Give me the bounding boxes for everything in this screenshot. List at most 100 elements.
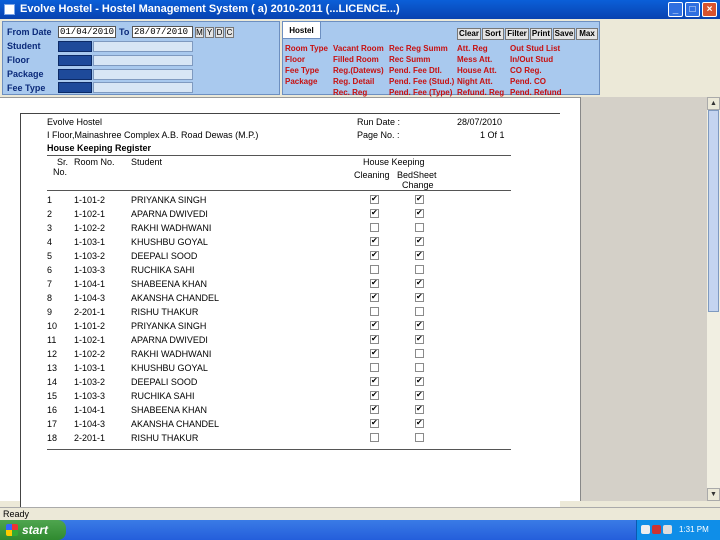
menu-mess-att[interactable]: Mess Att. [457, 55, 492, 64]
cleaning-checkbox[interactable] [370, 348, 379, 358]
menu-filled-room[interactable]: Filled Room [333, 55, 379, 64]
cleaning-checkbox[interactable] [370, 363, 379, 372]
cleaning-checkbox[interactable] [370, 433, 379, 442]
tray-icon[interactable] [663, 525, 672, 534]
tray-icon[interactable] [652, 525, 661, 534]
bedsheet-checkbox[interactable] [415, 292, 424, 302]
bedsheet-checkbox[interactable] [415, 208, 424, 218]
cleaning-checkbox[interactable] [370, 208, 379, 218]
filter-button[interactable]: Filter [505, 28, 529, 40]
tray-icon[interactable] [641, 525, 650, 534]
menu-house-att[interactable]: House Att. [457, 66, 497, 75]
bedsheet-checkbox[interactable] [415, 320, 424, 330]
row-student: RISHU THAKUR [131, 433, 199, 443]
menu-room-type[interactable]: Room Type [285, 44, 328, 53]
day-button[interactable]: D [215, 27, 224, 38]
cleaning-checkbox[interactable] [370, 250, 379, 260]
report-viewport[interactable]: Evolve Hostel I Floor,Mainashree Complex… [0, 97, 580, 508]
custom-button[interactable]: C [225, 27, 234, 38]
menu-pend-fee-stud[interactable]: Pend. Fee (Stud.) [389, 77, 454, 86]
to-date-label: To [119, 27, 130, 37]
package-code-field[interactable] [58, 69, 92, 80]
scroll-up-icon[interactable]: ▲ [707, 97, 720, 110]
cleaning-checkbox[interactable] [370, 278, 379, 288]
student-name-field[interactable] [93, 41, 193, 52]
to-date-input[interactable]: 28/07/2010 [132, 26, 193, 38]
bedsheet-checkbox[interactable] [415, 404, 424, 414]
month-button[interactable]: M [195, 27, 204, 38]
fee-type-name-field[interactable] [93, 82, 193, 93]
floor-code-field[interactable] [58, 55, 92, 66]
cleaning-checkbox[interactable] [370, 390, 379, 400]
menu-pend-co[interactable]: Pend. CO [510, 77, 546, 86]
tab-hostel[interactable]: Hostel [283, 22, 321, 39]
bedsheet-checkbox[interactable] [415, 433, 424, 442]
bedsheet-checkbox[interactable] [415, 265, 424, 274]
cleaning-checkbox[interactable] [370, 418, 379, 428]
floor-name-field[interactable] [93, 55, 193, 66]
menu-refund-reg[interactable]: Refund. Reg [457, 88, 504, 97]
close-button[interactable]: × [702, 2, 717, 17]
cleaning-checkbox[interactable] [370, 194, 379, 204]
cleaning-checkbox[interactable] [370, 404, 379, 414]
menu-fee-type[interactable]: Fee Type [285, 66, 319, 75]
cleaning-checkbox[interactable] [370, 236, 379, 246]
bedsheet-checkbox[interactable] [415, 194, 424, 204]
menu-reg-detail[interactable]: Reg. Detail [333, 77, 374, 86]
cleaning-checkbox[interactable] [370, 223, 379, 232]
scroll-thumb[interactable] [708, 110, 719, 312]
row-room: 1-102-2 [74, 223, 106, 233]
year-button[interactable]: Y [205, 27, 214, 38]
fee-type-code-field[interactable] [58, 82, 92, 93]
cleaning-checkbox[interactable] [370, 376, 379, 386]
bedsheet-checkbox[interactable] [415, 278, 424, 288]
maximize-button[interactable]: □ [685, 2, 700, 17]
bedsheet-checkbox[interactable] [415, 307, 424, 316]
menu-co-reg[interactable]: CO Reg. [510, 66, 542, 75]
menu-pend-fee-dtl[interactable]: Pend. Fee Dtl. [389, 66, 442, 75]
minimize-button[interactable]: _ [668, 2, 683, 17]
from-date-input[interactable]: 01/04/2010 [58, 26, 116, 38]
scroll-down-icon[interactable]: ▼ [707, 488, 720, 501]
header-top-rule [47, 155, 511, 156]
bedsheet-checkbox[interactable] [415, 334, 424, 344]
bedsheet-checkbox[interactable] [415, 390, 424, 400]
menu-vacant-room[interactable]: Vacant Room [333, 44, 384, 53]
menu-rec-reg[interactable]: Rec. Reg [333, 88, 367, 97]
menu-rec-reg-summ[interactable]: Rec Reg Summ [389, 44, 448, 53]
menu-rec-summ[interactable]: Rec Summ [389, 55, 430, 64]
save-button[interactable]: Save [553, 28, 575, 40]
bedsheet-checkbox[interactable] [415, 223, 424, 232]
bedsheet-checkbox[interactable] [415, 376, 424, 386]
menu-floor[interactable]: Floor [285, 55, 305, 64]
print-button[interactable]: Print [530, 28, 552, 40]
bedsheet-checkbox[interactable] [415, 363, 424, 372]
max-button[interactable]: Max [576, 28, 598, 40]
bedsheet-checkbox[interactable] [415, 236, 424, 246]
report-title: House Keeping Register [47, 143, 152, 153]
sort-button[interactable]: Sort [482, 28, 504, 40]
start-button[interactable]: start [0, 520, 66, 540]
menu-pend-refund[interactable]: Pend. Refund [510, 88, 562, 97]
cleaning-checkbox[interactable] [370, 307, 379, 316]
vertical-scrollbar[interactable]: ▲ ▼ [707, 97, 720, 501]
menu-package[interactable]: Package [285, 77, 317, 86]
menu-reg-datews[interactable]: Reg.(Datews) [333, 66, 384, 75]
row-student: APARNA DWIVEDI [131, 335, 208, 345]
bedsheet-checkbox[interactable] [415, 418, 424, 428]
menu-att-reg[interactable]: Att. Reg [457, 44, 488, 53]
bedsheet-checkbox[interactable] [415, 250, 424, 260]
student-code-field[interactable] [58, 41, 92, 52]
menu-pend-fee-type[interactable]: Pend. Fee (Type) [389, 88, 452, 97]
package-name-field[interactable] [93, 69, 193, 80]
row-student: RAKHI WADHWANI [131, 223, 212, 233]
menu-in-out-stud[interactable]: In/Out Stud [510, 55, 553, 64]
cleaning-checkbox[interactable] [370, 334, 379, 344]
cleaning-checkbox[interactable] [370, 292, 379, 302]
cleaning-checkbox[interactable] [370, 320, 379, 330]
menu-out-stud-list[interactable]: Out Stud List [510, 44, 560, 53]
clear-button[interactable]: Clear [457, 28, 481, 40]
menu-night-att[interactable]: Night Att. [457, 77, 493, 86]
cleaning-checkbox[interactable] [370, 265, 379, 274]
bedsheet-checkbox[interactable] [415, 349, 424, 358]
